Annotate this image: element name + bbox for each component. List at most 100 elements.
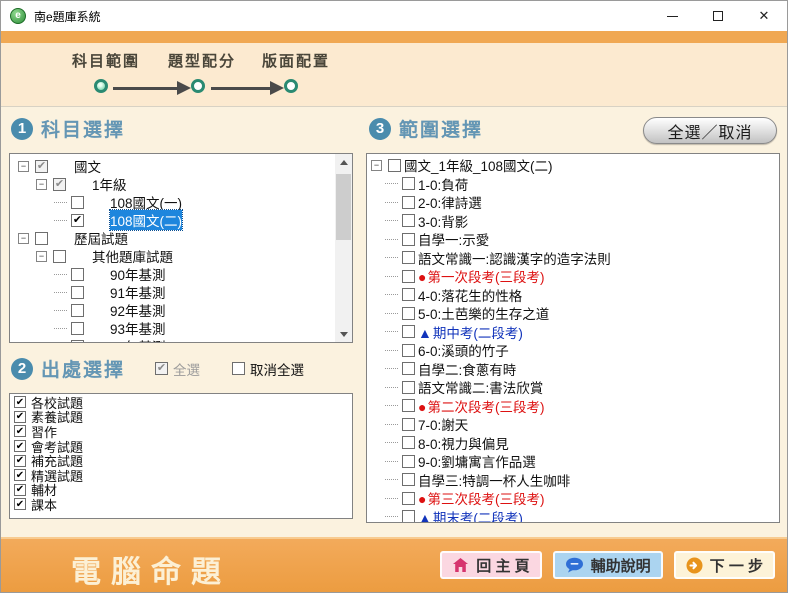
checkbox-unchecked[interactable] [402, 399, 415, 412]
checkbox-checked[interactable]: ✔ [71, 214, 84, 227]
range-tree-item[interactable]: 8-0:視力與偏見 [367, 434, 777, 453]
range-tree-item[interactable]: 9-0:劉墉寓言作品選 [367, 452, 777, 471]
checkbox-checked[interactable]: ✔ [14, 396, 26, 408]
checkbox-unchecked[interactable] [402, 344, 415, 357]
checkbox-unchecked[interactable] [71, 304, 84, 317]
range-tree-item[interactable]: ●第一次段考(三段考) [367, 267, 777, 286]
step-arrow-icon [270, 81, 284, 95]
close-button[interactable]: ✕ [741, 1, 787, 31]
tree-item-label: 7-0:謝天 [418, 414, 468, 434]
tree-line [385, 424, 398, 425]
checkbox-unchecked[interactable] [71, 196, 84, 209]
collapse-icon[interactable]: − [371, 160, 382, 171]
minimize-button[interactable] [649, 1, 695, 31]
checkbox-unchecked[interactable] [402, 233, 415, 246]
blue-triangle-icon: ▲ [418, 510, 432, 523]
subject-tree-item[interactable]: −✔1年級 [10, 175, 332, 193]
source-list-item[interactable]: ✔課本 [12, 497, 350, 512]
range-tree-item[interactable]: 3-0:背影 [367, 212, 777, 231]
checkbox-unchecked[interactable] [402, 381, 415, 394]
range-tree-item[interactable]: ▲期末考(二段考) [367, 508, 777, 524]
range-tree-item[interactable]: 自學二:食蔥有時 [367, 360, 777, 379]
checkbox-unchecked[interactable] [402, 510, 415, 523]
checkbox-unchecked[interactable] [402, 177, 415, 190]
checkbox-unchecked[interactable] [402, 288, 415, 301]
checkbox-partial[interactable]: ✔ [35, 160, 48, 173]
checkbox-checked[interactable]: ✔ [14, 455, 26, 467]
scrollbar[interactable] [335, 154, 352, 342]
checkbox-unchecked[interactable] [402, 362, 415, 375]
checkbox-checked[interactable]: ✔ [14, 440, 26, 452]
checkbox-unchecked[interactable] [402, 455, 415, 468]
subject-tree-item[interactable]: 93年基測 [10, 319, 332, 337]
checkbox-unchecked[interactable] [402, 473, 415, 486]
scroll-up-icon[interactable] [335, 154, 352, 170]
collapse-icon[interactable]: − [18, 161, 29, 172]
collapse-icon[interactable]: − [36, 179, 47, 190]
range-tree-item[interactable]: 6-0:溪頭的竹子 [367, 341, 777, 360]
checkbox-checked[interactable]: ✔ [14, 469, 26, 481]
subject-tree-item[interactable]: 90年基測 [10, 265, 332, 283]
tree-item-label: ●第三次段考(三段考) [418, 488, 544, 508]
range-tree-item[interactable]: 4-0:落花生的性格 [367, 286, 777, 305]
checkbox-unchecked[interactable] [71, 340, 84, 344]
checkbox-unchecked[interactable] [402, 251, 415, 264]
range-tree-item[interactable]: 2-0:律詩選 [367, 193, 777, 212]
checkbox-unchecked[interactable] [402, 270, 415, 283]
source-list-item[interactable]: ✔素養試題 [12, 410, 350, 425]
next-button[interactable]: 下 一 步 [674, 551, 775, 579]
collapse-icon[interactable]: − [36, 251, 47, 262]
range-tree-item[interactable]: 7-0:謝天 [367, 415, 777, 434]
checkbox-unchecked[interactable] [402, 436, 415, 449]
tree-line [385, 350, 398, 351]
checkbox-checked[interactable]: ✔ [14, 498, 26, 510]
subject-tree-item[interactable]: ✔108國文(二) [10, 211, 332, 229]
select-all-checkbox[interactable]: ✔ [155, 362, 168, 375]
checkbox-unchecked[interactable] [71, 286, 84, 299]
deselect-all-checkbox[interactable] [232, 362, 245, 375]
range-tree-item[interactable]: ▲期中考(二段考) [367, 323, 777, 342]
checkbox-checked[interactable]: ✔ [14, 425, 26, 437]
range-tree-item[interactable]: 語文常識二:書法欣賞 [367, 378, 777, 397]
checkbox-unchecked[interactable] [35, 232, 48, 245]
checkbox-unchecked[interactable] [388, 159, 401, 172]
checkbox-checked[interactable]: ✔ [14, 411, 26, 423]
source-list-item[interactable]: ✔精選試題 [12, 468, 350, 483]
range-tree-item[interactable]: 自學一:示愛 [367, 230, 777, 249]
range-tree-item[interactable]: 自學三:特調一杯人生咖啡 [367, 471, 777, 490]
range-tree-item[interactable]: −國文_1年級_108國文(二) [367, 156, 777, 175]
subject-tree-item[interactable]: −其他題庫試題 [10, 247, 332, 265]
collapse-icon[interactable]: − [18, 233, 29, 244]
subject-tree-item[interactable]: 94年基測 [10, 337, 332, 343]
subject-tree-item[interactable]: 91年基測 [10, 283, 332, 301]
home-button[interactable]: 回 主 頁 [440, 551, 541, 579]
checkbox-unchecked[interactable] [53, 250, 66, 263]
checkbox-unchecked[interactable] [402, 418, 415, 431]
checkbox-unchecked[interactable] [402, 307, 415, 320]
checkbox-partial[interactable]: ✔ [53, 178, 66, 191]
maximize-button[interactable] [695, 1, 741, 31]
subject-tree-item[interactable]: −✔國文 [10, 157, 332, 175]
help-button[interactable]: 輔助說明 [553, 551, 663, 579]
checkbox-unchecked[interactable] [402, 325, 415, 338]
subject-tree-item[interactable]: 92年基測 [10, 301, 332, 319]
scroll-down-icon[interactable] [335, 326, 352, 342]
checkbox-unchecked[interactable] [402, 492, 415, 505]
subject-tree-item[interactable]: −歷屆試題 [10, 229, 332, 247]
checkbox-unchecked[interactable] [402, 196, 415, 209]
range-tree-item[interactable]: ●第三次段考(三段考) [367, 489, 777, 508]
subject-tree-item[interactable]: 108國文(一) [10, 193, 332, 211]
range-tree-item[interactable]: ●第二次段考(三段考) [367, 397, 777, 416]
checkbox-unchecked[interactable] [71, 268, 84, 281]
checkbox-checked[interactable]: ✔ [14, 484, 26, 496]
select-all-toggle-button[interactable]: 全選／取消 [643, 117, 777, 144]
scrollbar-thumb[interactable] [336, 174, 351, 240]
range-tree-item[interactable]: 5-0:土芭樂的生存之道 [367, 304, 777, 323]
range-tree-item[interactable]: 語文常識一:認識漢字的造字法則 [367, 249, 777, 268]
home-button-label: 回 主 頁 [476, 555, 529, 576]
tree-line [385, 516, 398, 517]
tree-item-label: 92年基測 [110, 300, 166, 320]
range-tree-item[interactable]: 1-0:負荷 [367, 175, 777, 194]
checkbox-unchecked[interactable] [71, 322, 84, 335]
checkbox-unchecked[interactable] [402, 214, 415, 227]
